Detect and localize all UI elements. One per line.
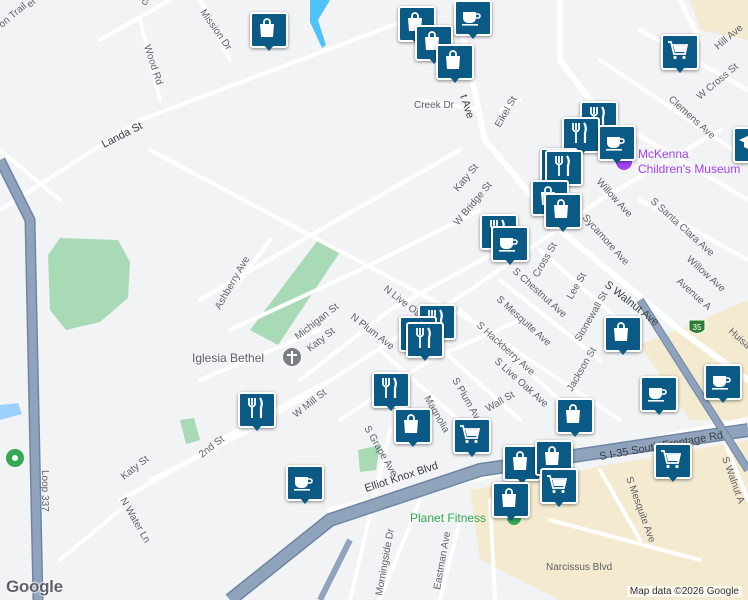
poi-marker-coffee-cup[interactable] xyxy=(454,0,492,40)
interstate-shield: 35 xyxy=(688,319,706,334)
poi-marker-restaurant[interactable] xyxy=(406,322,444,362)
street-label-loop-337: Loop 337 xyxy=(39,470,50,512)
poi-marker-shopping-bag[interactable] xyxy=(503,445,541,485)
poi-marker-shopping-cart[interactable] xyxy=(661,34,699,74)
street-label-katy-2: Katy St xyxy=(119,454,151,483)
poi-marker-coffee-cup[interactable] xyxy=(491,226,529,266)
poi-marker-restaurant[interactable] xyxy=(238,392,276,432)
water-areas xyxy=(0,0,330,420)
poi-marker-shopping-bag[interactable] xyxy=(250,12,288,52)
map-attribution[interactable]: Map data ©2026 Google xyxy=(626,586,742,597)
place-label-iglesia: Iglesia Bethel xyxy=(192,351,264,365)
poi-marker-coffee-cup[interactable] xyxy=(640,376,678,416)
poi-marker-shopping-cart[interactable] xyxy=(453,418,491,458)
street-label-wood: Wood Rd xyxy=(141,44,164,87)
poi-marker-shopping-bag[interactable] xyxy=(394,408,432,448)
street-label-2nd: 2nd St xyxy=(197,434,227,461)
street-label-eikel: Eikel St xyxy=(493,94,520,129)
street-label-katy-3: Katy St xyxy=(452,162,481,194)
poi-marker-coffee-cup[interactable] xyxy=(704,364,742,404)
svg-text:35: 35 xyxy=(693,323,702,332)
poi-marker-coffee-cup[interactable] xyxy=(598,125,636,165)
street-label-mission: Mission Dr xyxy=(198,7,234,53)
poi-marker-shopping-bag[interactable] xyxy=(556,398,594,438)
street-label-sycamore: Sycamore Ave xyxy=(580,213,631,268)
street-label-ashberry: Ashberry Ave xyxy=(213,254,252,311)
place-label-mckenna-2: Children's Museum xyxy=(638,162,740,176)
street-label-santa-clara: S Santa Clara Ave xyxy=(648,196,716,259)
poi-marker-shopping-bag[interactable] xyxy=(436,44,474,84)
place-label-planet-fitness: Planet Fitness xyxy=(410,511,486,525)
street-label-trail-fragment: on Trail xyxy=(0,1,29,31)
place-label-mckenna-1: McKenna xyxy=(638,147,689,161)
street-label-jackson: Jackson St xyxy=(565,345,599,393)
poi-marker-shopping-bag[interactable] xyxy=(492,482,530,522)
google-logo: Google xyxy=(6,577,63,596)
street-label-creek: Creek Dr xyxy=(414,100,455,111)
poi-marker-shopping-cart[interactable] xyxy=(654,443,692,483)
street-label-n-plum: N Plum Ave xyxy=(348,312,396,353)
street-label-landa: Landa St xyxy=(100,120,145,151)
poi-marker-restaurant[interactable] xyxy=(372,372,410,412)
poi-marker-shopping-cart[interactable] xyxy=(540,468,578,508)
poi-marker-shopping-bag[interactable] xyxy=(544,193,582,233)
poi-marker-coffee-cup[interactable] xyxy=(286,465,324,505)
street-label-narcissus: Narcissus Blvd xyxy=(546,562,612,573)
poi-marker-shopping-bag[interactable] xyxy=(604,316,642,356)
street-label-n-water: N Water Ln xyxy=(117,496,152,545)
street-label-clemens: Clemens Ave xyxy=(666,94,717,142)
map-canvas[interactable]: Landa St Wood Rd Mission Dr Ashberry Ave… xyxy=(0,0,748,600)
poi-marker-graduation-cap[interactable] xyxy=(733,127,748,167)
